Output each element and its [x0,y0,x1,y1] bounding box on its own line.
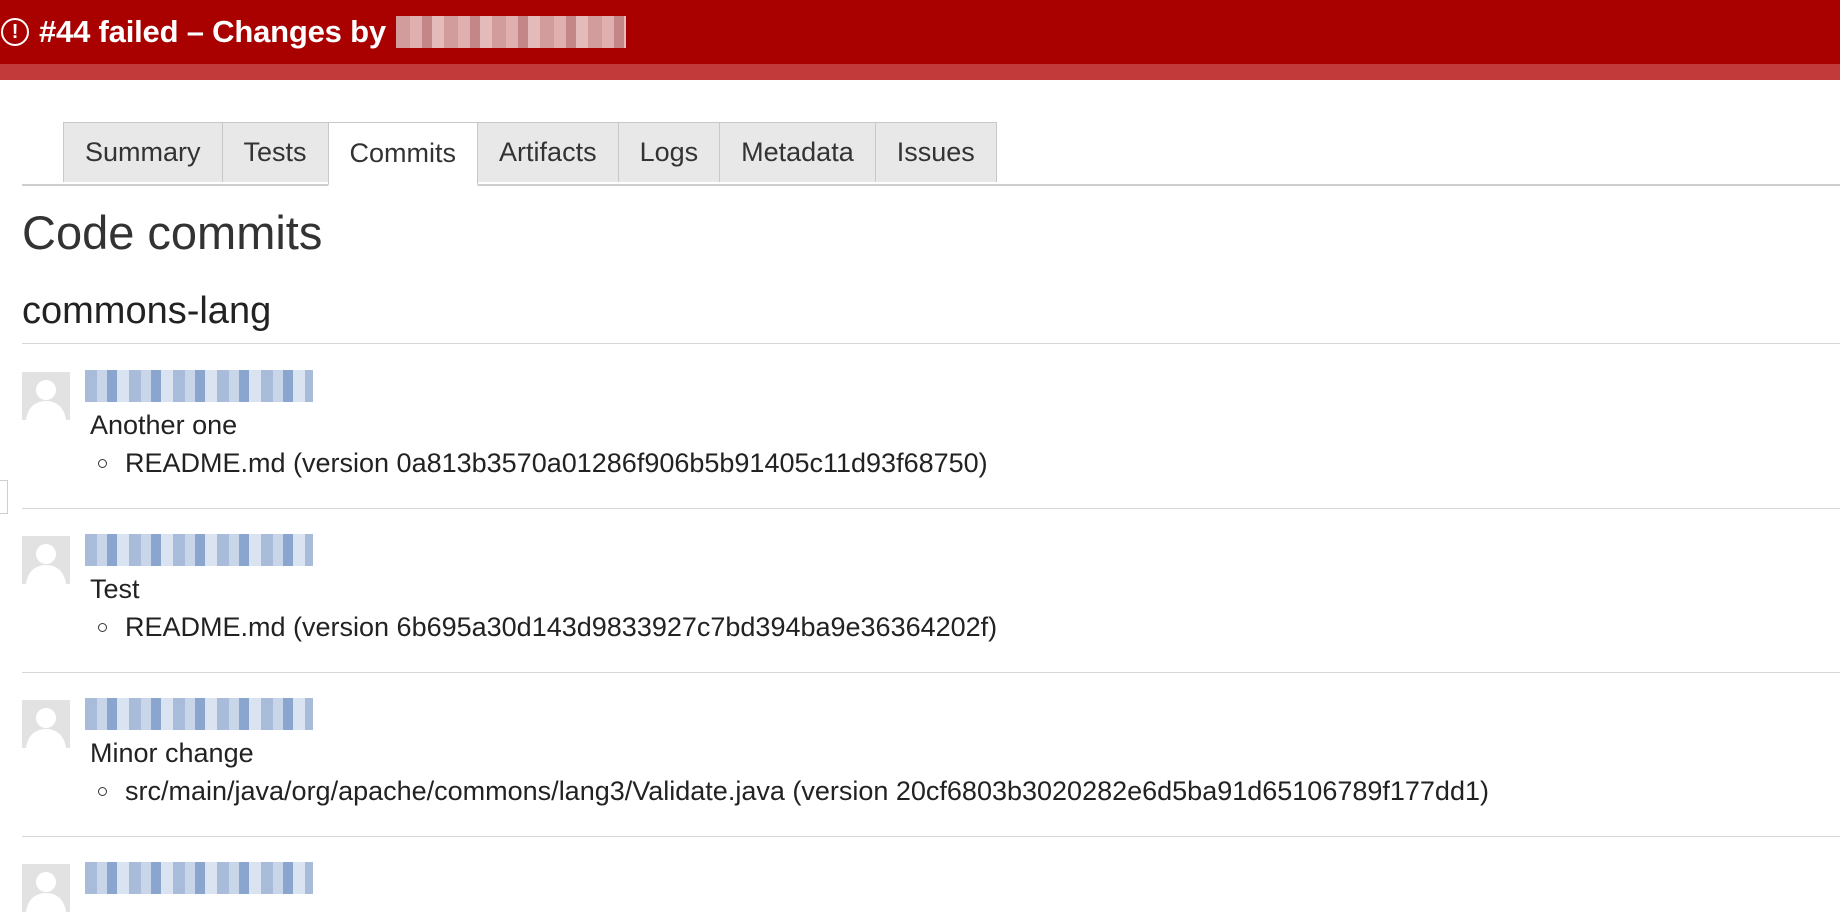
user-icon [22,700,70,748]
user-icon [22,372,70,420]
file-label: README.md (version 0a813b3570a01286f906b… [125,448,988,478]
tab-bar: Summary Tests Commits Artifacts Logs Met… [22,122,1840,186]
tab-logs[interactable]: Logs [617,122,721,182]
tab-list: Summary Tests Commits Artifacts Logs Met… [63,122,997,186]
page-title: Code commits [22,206,323,259]
alert-icon: ! [1,18,29,46]
changed-file: README.md (version 6b695a30d143d9833927c… [90,612,997,643]
tab-issues[interactable]: Issues [874,122,997,182]
commit-author-link[interactable] [85,534,313,566]
commit-item [22,836,1840,912]
changed-file: README.md (version 0a813b3570a01286f906b… [90,448,988,479]
commit-message: Minor change [90,738,254,768]
build-title: #44 failed – Changes by [39,14,386,49]
bullet-icon [98,787,107,796]
avatar[interactable] [22,700,70,748]
commit-item: Minor change src/main/java/org/apache/co… [22,672,1840,837]
changed-files: README.md (version 6b695a30d143d9833927c… [90,612,997,643]
bullet-icon [98,459,107,468]
commit-message: Test [90,574,140,604]
tab-artifacts[interactable]: Artifacts [477,122,619,182]
tab-metadata[interactable]: Metadata [719,122,876,182]
user-icon [22,536,70,584]
changed-files: README.md (version 0a813b3570a01286f906b… [90,448,988,479]
commit-author-link[interactable] [85,862,313,894]
avatar[interactable] [22,536,70,584]
tab-summary[interactable]: Summary [63,122,223,182]
changed-file: src/main/java/org/apache/commons/lang3/V… [90,776,1489,807]
commit-author-link[interactable] [85,370,313,402]
changed-files: src/main/java/org/apache/commons/lang3/V… [90,776,1489,807]
tab-tests[interactable]: Tests [221,122,329,182]
banner-stripe [0,64,1840,80]
banner-content: ! #44 failed – Changes by [0,0,626,64]
avatar[interactable] [22,372,70,420]
avatar[interactable] [22,864,70,912]
commit-item: Another one README.md (version 0a813b357… [22,344,1840,509]
user-icon [22,864,70,912]
file-label: src/main/java/org/apache/commons/lang3/V… [125,776,1489,806]
side-handle[interactable] [0,480,8,514]
bullet-icon [98,623,107,632]
commit-message: Another one [90,410,238,440]
author-name-blurred [395,16,626,48]
commit-item: Test README.md (version 6b695a30d143d983… [22,508,1840,673]
tab-commits[interactable]: Commits [327,122,479,186]
commit-author-link[interactable] [85,698,313,730]
repository-title: commons-lang [22,290,272,332]
file-label: README.md (version 6b695a30d143d9833927c… [125,612,998,642]
